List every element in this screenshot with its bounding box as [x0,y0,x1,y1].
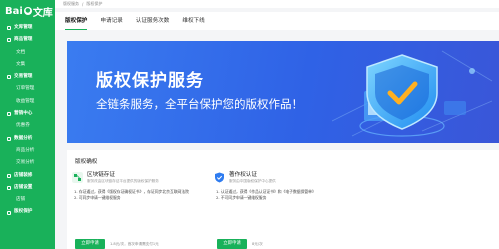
menu-icon [7,112,11,117]
sidebar-item-label: 店铺 [16,197,26,203]
apply-now-button[interactable]: 立即申请 [217,239,247,249]
sidebar-item-label: 收益管理 [16,98,35,104]
card-description: 服务由中国版权保护中心提供 [229,179,276,183]
copyright-confirmation-panel: 版权确权 区块链存证 服务改由区块链存证平台提供的版权保护服务 1. 存证通过，… [67,150,499,249]
menu-icon [7,210,11,215]
breadcrumb: 版权服务 / 版权保护 [55,0,499,8]
shield-illustration-icon [332,50,493,137]
menu-icon [7,38,11,43]
sidebar-item[interactable]: 店铺装修 [0,170,55,182]
sidebar-item-label: 文库管理 [14,25,33,30]
sidebar-item[interactable]: 商品管理 [0,34,55,46]
tab-certification-count[interactable]: 认证服务次数 [136,12,170,30]
price-note: 8元/次 [252,241,263,246]
sidebar-item-label: 订单管理 [16,86,35,92]
card-description: 服务改由区块链存证平台提供的版权保护服务 [87,179,159,183]
menu-icon [7,186,11,190]
tab-application-records[interactable]: 申请记录 [100,12,122,30]
price-note: 1.8元/次，首次申请需支付1元 [110,241,159,246]
card-title: 著作权认证 [229,172,257,178]
shield-check-icon [215,172,224,183]
sidebar-item[interactable]: 营销中心 [0,108,55,120]
baidu-wenku-logo[interactable]: Bai ● 文库 [0,0,55,22]
sidebar-item[interactable]: 收益管理 [0,96,55,108]
sidebar-item-label: 优惠券 [16,123,30,129]
menu-icon [7,26,11,31]
sidebar-item-label: 店铺装修 [14,172,33,178]
copyright-certification-card: 著作权认证 服务由中国版权保护中心提供 1. 认证通过，获得《作品认证证书》和《… [214,172,354,249]
sidebar-item-label: 数据分析 [14,135,33,141]
card-title: 区块链存证 [87,172,115,178]
sidebar-item-label: 版权保护 [14,209,33,215]
tab-copyright-protection[interactable]: 版权保护 [65,12,88,30]
apply-now-button[interactable]: 立即申请 [75,239,105,249]
menu-icon [7,136,11,141]
card-benefit-2: 2. 可同步申请一键维权服务 [74,195,121,200]
logo-text: Bai [5,5,23,17]
panel-title: 版权确权 [75,159,98,165]
blockchain-icon [72,172,83,183]
sidebar-item-label: 商品管理 [14,37,33,43]
tab-takedown[interactable]: 维权下线 [182,12,204,30]
sidebar-item[interactable]: 数据分析 [0,133,55,145]
sidebar-nav: 文库管理商品管理文档文集交易管理订单管理收益管理营销中心优惠券数据分析商品分析交… [0,22,55,219]
sidebar-item[interactable]: 优惠券 [0,120,55,132]
blockchain-deposit-card: 区块链存证 服务改由区块链存证平台提供的版权保护服务 1. 存证通过，获得《版权… [72,172,212,249]
card-benefit-2: 2. 不可同步申请一键维权服务 [216,195,267,200]
promo-banner: 版权保护服务 全链条服务，全平台保护您的版权作品！ [67,41,499,143]
sidebar-item[interactable]: 店铺 [0,194,55,206]
sidebar-item-label: 营销中心 [14,111,33,117]
sidebar-item[interactable]: 交易管理 [0,71,55,83]
logo-suffix: 文库 [32,7,53,19]
banner-title: 版权保护服务 [96,71,204,91]
sidebar-item-label: 店铺设置 [14,184,33,190]
menu-icon [7,173,11,178]
sidebar-item-label: 商品分析 [16,147,35,153]
sidebar: Bai ● 文库 文库管理商品管理文档文集交易管理订单管理收益管理营销中心优惠券… [0,0,55,249]
menu-icon [7,75,11,80]
sidebar-item-label: 文档 [16,49,26,55]
sidebar-item[interactable]: 店铺设置 [0,182,55,194]
sidebar-item-label: 交易分析 [16,160,35,166]
breadcrumb-separator: / [82,1,84,7]
paw-icon: ● [23,7,32,15]
sidebar-item[interactable]: 文档 [0,47,55,59]
sidebar-item[interactable]: 文集 [0,59,55,71]
sidebar-item[interactable]: 订单管理 [0,83,55,95]
sidebar-item[interactable]: 版权保护 [0,206,55,218]
sidebar-item-label: 文集 [16,61,26,67]
sidebar-item-label: 交易管理 [14,74,33,80]
breadcrumb-current: 版权保护 [86,1,103,6]
breadcrumb-item[interactable]: 版权服务 [63,1,79,7]
sidebar-item[interactable]: 商品分析 [0,145,55,157]
banner-subtitle: 全链条服务，全平台保护您的版权作品！ [96,97,303,111]
sidebar-item[interactable]: 文库管理 [0,22,55,34]
tab-bar: 版权保护 申请记录 认证服务次数 维权下线 [55,12,499,30]
sidebar-item[interactable]: 交易分析 [0,157,55,169]
